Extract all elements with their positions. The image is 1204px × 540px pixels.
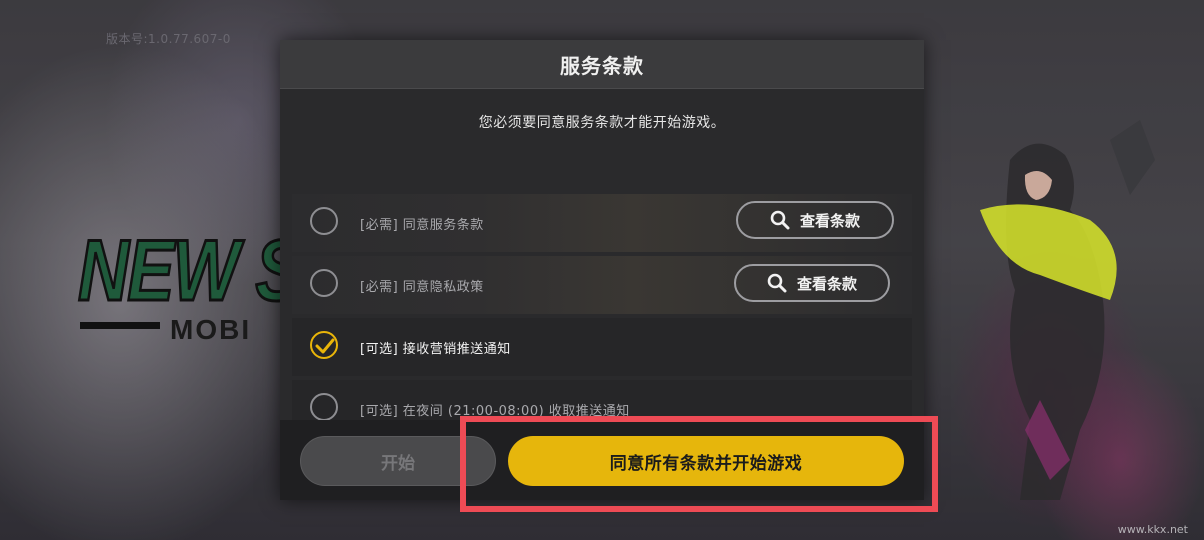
terms-list: [必需] 同意服务条款 查看条款 [必需] 同意隐私政策 查看条款 [可选] 接… (292, 194, 912, 442)
term-row-privacy[interactable]: [必需] 同意隐私政策 查看条款 (292, 256, 912, 314)
term-checkbox-service[interactable] (310, 207, 338, 235)
term-checkbox-marketing[interactable] (310, 331, 338, 359)
logo-sub-text: MOBI (170, 314, 252, 345)
dialog-footer: 开始 同意所有条款并开始游戏 (280, 420, 924, 500)
view-terms-button-service[interactable]: 查看条款 (736, 201, 894, 239)
version-label: 版本号:1.0.77.607-0 (106, 32, 231, 46)
checkmark-icon (315, 338, 335, 354)
term-row-marketing[interactable]: [可选] 接收营销推送通知 (292, 318, 912, 376)
term-label-marketing: [可选] 接收营销推送通知 (360, 341, 511, 357)
term-label-service: [必需] 同意服务条款 (360, 217, 484, 233)
dialog-subtitle: 您必须要同意服务条款才能开始游戏。 (478, 115, 726, 131)
dialog-header: 服务条款 (280, 40, 924, 89)
dialog-title: 服务条款 (560, 53, 644, 78)
magnifier-icon (767, 273, 787, 293)
character-illustration (980, 120, 1155, 501)
start-button[interactable]: 开始 (300, 436, 496, 486)
term-checkbox-night-push[interactable] (310, 393, 338, 421)
watermark: www.kkx.net (1117, 523, 1188, 536)
logo-main-text: NEW S (77, 223, 304, 319)
term-row-service[interactable]: [必需] 同意服务条款 查看条款 (292, 194, 912, 252)
term-label-privacy: [必需] 同意隐私政策 (360, 279, 484, 295)
term-label-night-push: [可选] 在夜间 (21:00-08:00) 收取推送通知 (360, 403, 630, 419)
view-terms-button-privacy[interactable]: 查看条款 (734, 264, 890, 302)
magnifier-icon (770, 210, 790, 230)
agree-all-and-start-button[interactable]: 同意所有条款并开始游戏 (508, 436, 904, 486)
terms-dialog: 服务条款 您必须要同意服务条款才能开始游戏。 [必需] 同意服务条款 查看条款 … (280, 40, 924, 500)
view-terms-label: 查看条款 (796, 274, 857, 293)
term-checkbox-privacy[interactable] (310, 269, 338, 297)
game-screen: 版本号:1.0.77.607-0 NEW S MOBI www.kkx.net … (0, 0, 1204, 540)
logo-underline (80, 322, 160, 329)
view-terms-label: 查看条款 (799, 211, 860, 230)
